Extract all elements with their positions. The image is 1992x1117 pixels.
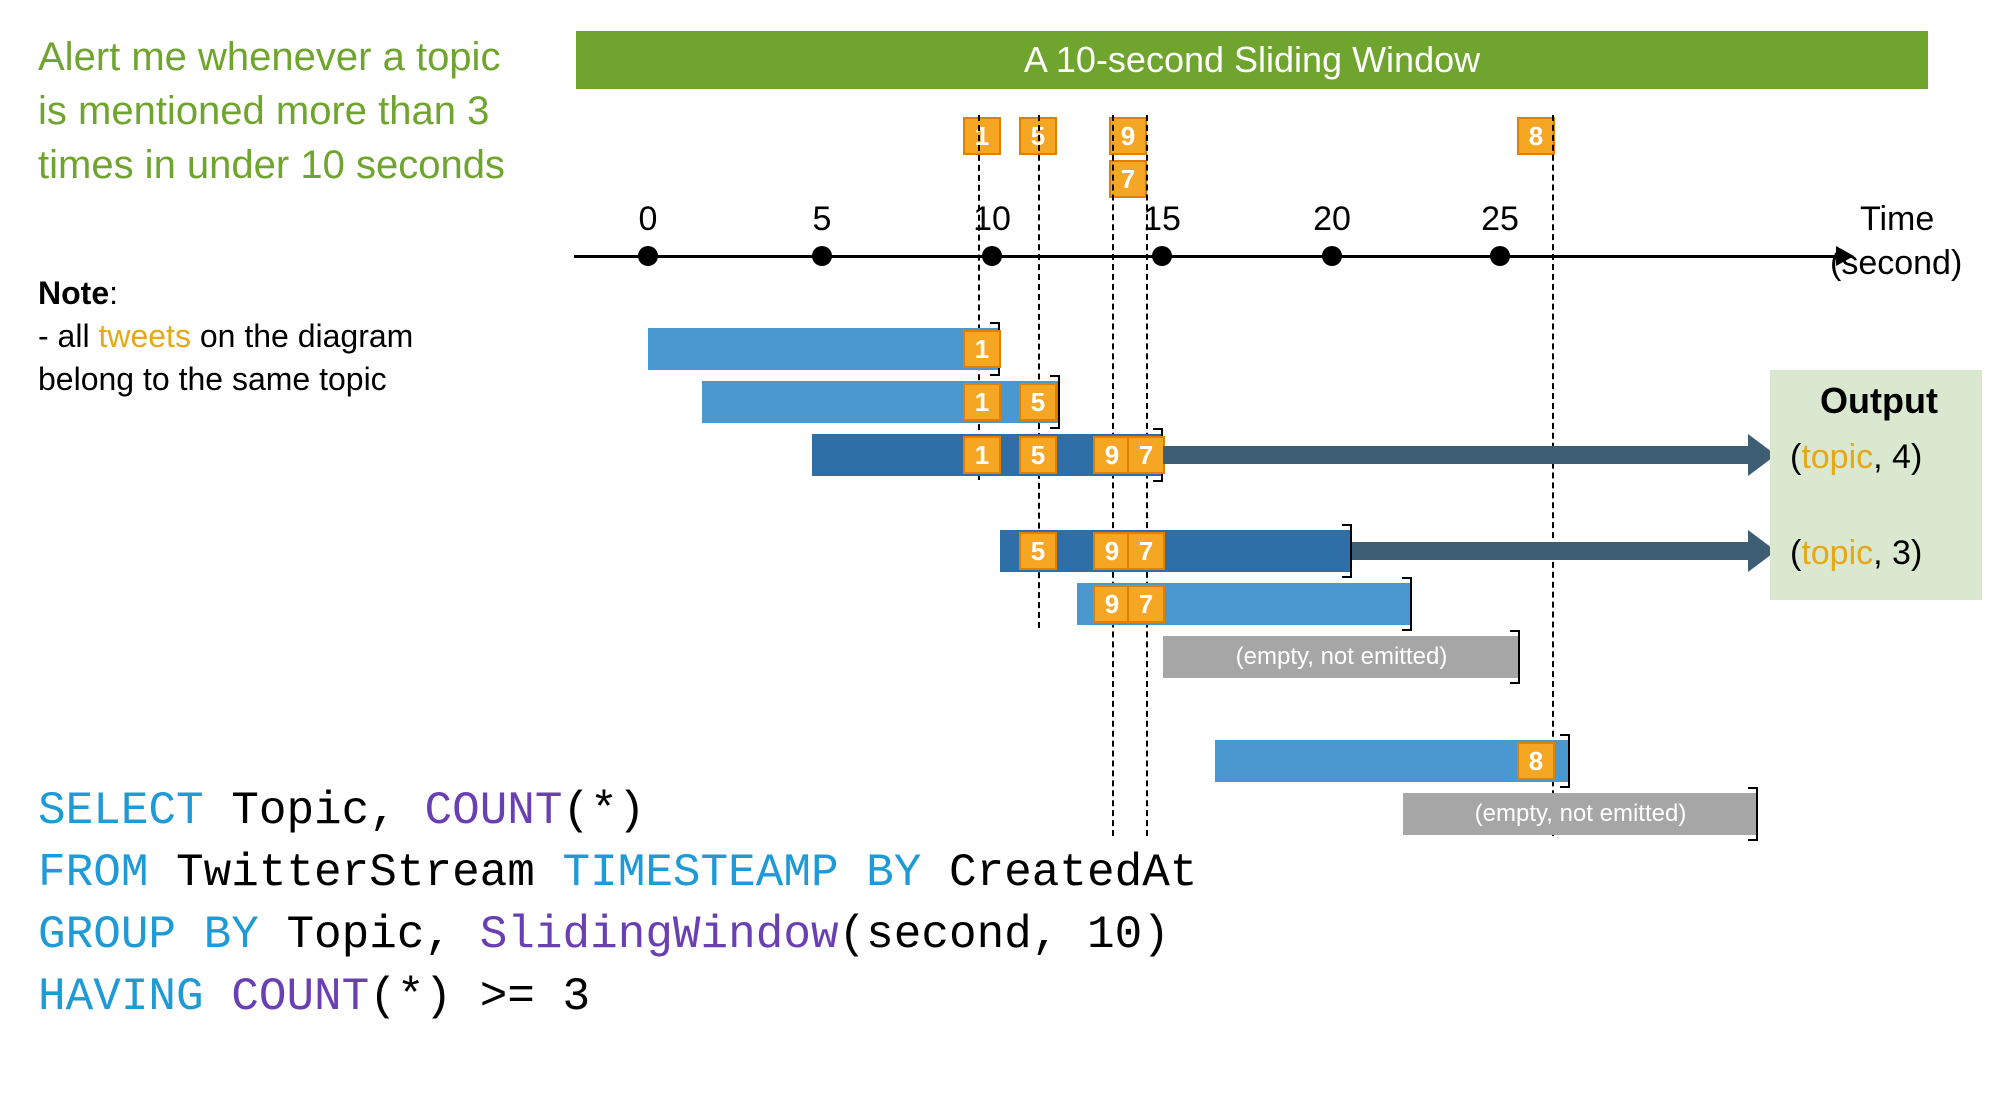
- tick-dot: [1322, 246, 1342, 266]
- tick-dot: [812, 246, 832, 266]
- axis-label-unit: (second): [1830, 244, 1962, 283]
- window-end-bracket: [1342, 524, 1352, 578]
- window-event-marker: 8: [1517, 742, 1555, 780]
- window-end-bracket: [1402, 577, 1412, 631]
- event-guideline: [978, 115, 980, 480]
- emit-arrow: [1352, 542, 1748, 560]
- tick-label: 10: [973, 200, 1011, 239]
- tick-label: 5: [813, 200, 832, 239]
- window-end-bracket: [1560, 734, 1570, 788]
- tick-dot: [1490, 246, 1510, 266]
- window-event-marker: 1: [963, 330, 1001, 368]
- window-event-marker: 1: [963, 383, 1001, 421]
- window-event-marker: 9: [1093, 532, 1131, 570]
- window-event-marker: 5: [1019, 383, 1057, 421]
- event-marker: 7: [1109, 160, 1147, 198]
- time-axis: [574, 255, 1838, 258]
- window-end-bracket: [1748, 787, 1758, 841]
- note-label: Note: [38, 275, 109, 311]
- window-event-marker: 7: [1127, 532, 1165, 570]
- event-marker: 9: [1109, 117, 1147, 155]
- tick-label: 15: [1143, 200, 1181, 239]
- output-row-1: (topic, 3): [1790, 534, 1922, 573]
- empty-window-label: (empty, not emitted): [1475, 800, 1687, 828]
- event-guideline: [1552, 115, 1554, 836]
- empty-window-label: (empty, not emitted): [1236, 643, 1448, 671]
- tick-dot: [638, 246, 658, 266]
- note-text: Note: - all tweets on the diagram belong…: [38, 272, 508, 402]
- emit-arrow: [1163, 446, 1748, 464]
- window-event-marker: 5: [1019, 532, 1057, 570]
- window-title-text: A 10-second Sliding Window: [1024, 39, 1480, 81]
- window-event-marker: 7: [1127, 585, 1165, 623]
- window-event-marker: 9: [1093, 436, 1131, 474]
- headline-text: Alert me whenever a topic is mentioned m…: [38, 30, 508, 192]
- event-marker: 1: [963, 117, 1001, 155]
- sliding-window-bar: (empty, not emitted): [1403, 793, 1758, 835]
- sliding-window-bar: (empty, not emitted): [1163, 636, 1520, 678]
- note-tweets-word: tweets: [98, 318, 190, 354]
- window-end-bracket: [1510, 630, 1520, 684]
- sql-code: SELECT Topic, COUNT(*) FROM TwitterStrea…: [38, 780, 1197, 1028]
- output-title: Output: [1820, 380, 1938, 422]
- window-event-marker: 9: [1093, 585, 1131, 623]
- window-event-marker: 5: [1019, 436, 1057, 474]
- note-line-prefix: - all: [38, 318, 98, 354]
- sliding-window-bar: [648, 328, 1000, 370]
- tick-label: 0: [639, 200, 658, 239]
- output-row-0: (topic, 4): [1790, 438, 1922, 477]
- tick-dot: [982, 246, 1002, 266]
- window-event-marker: 1: [963, 436, 1001, 474]
- tick-dot: [1152, 246, 1172, 266]
- axis-label-time: Time: [1860, 200, 1934, 239]
- sliding-window-bar: [702, 381, 1060, 423]
- tick-label: 20: [1313, 200, 1351, 239]
- window-event-marker: 7: [1127, 436, 1165, 474]
- tick-label: 25: [1481, 200, 1519, 239]
- event-marker: 8: [1517, 117, 1555, 155]
- window-title-bar: A 10-second Sliding Window: [576, 31, 1928, 89]
